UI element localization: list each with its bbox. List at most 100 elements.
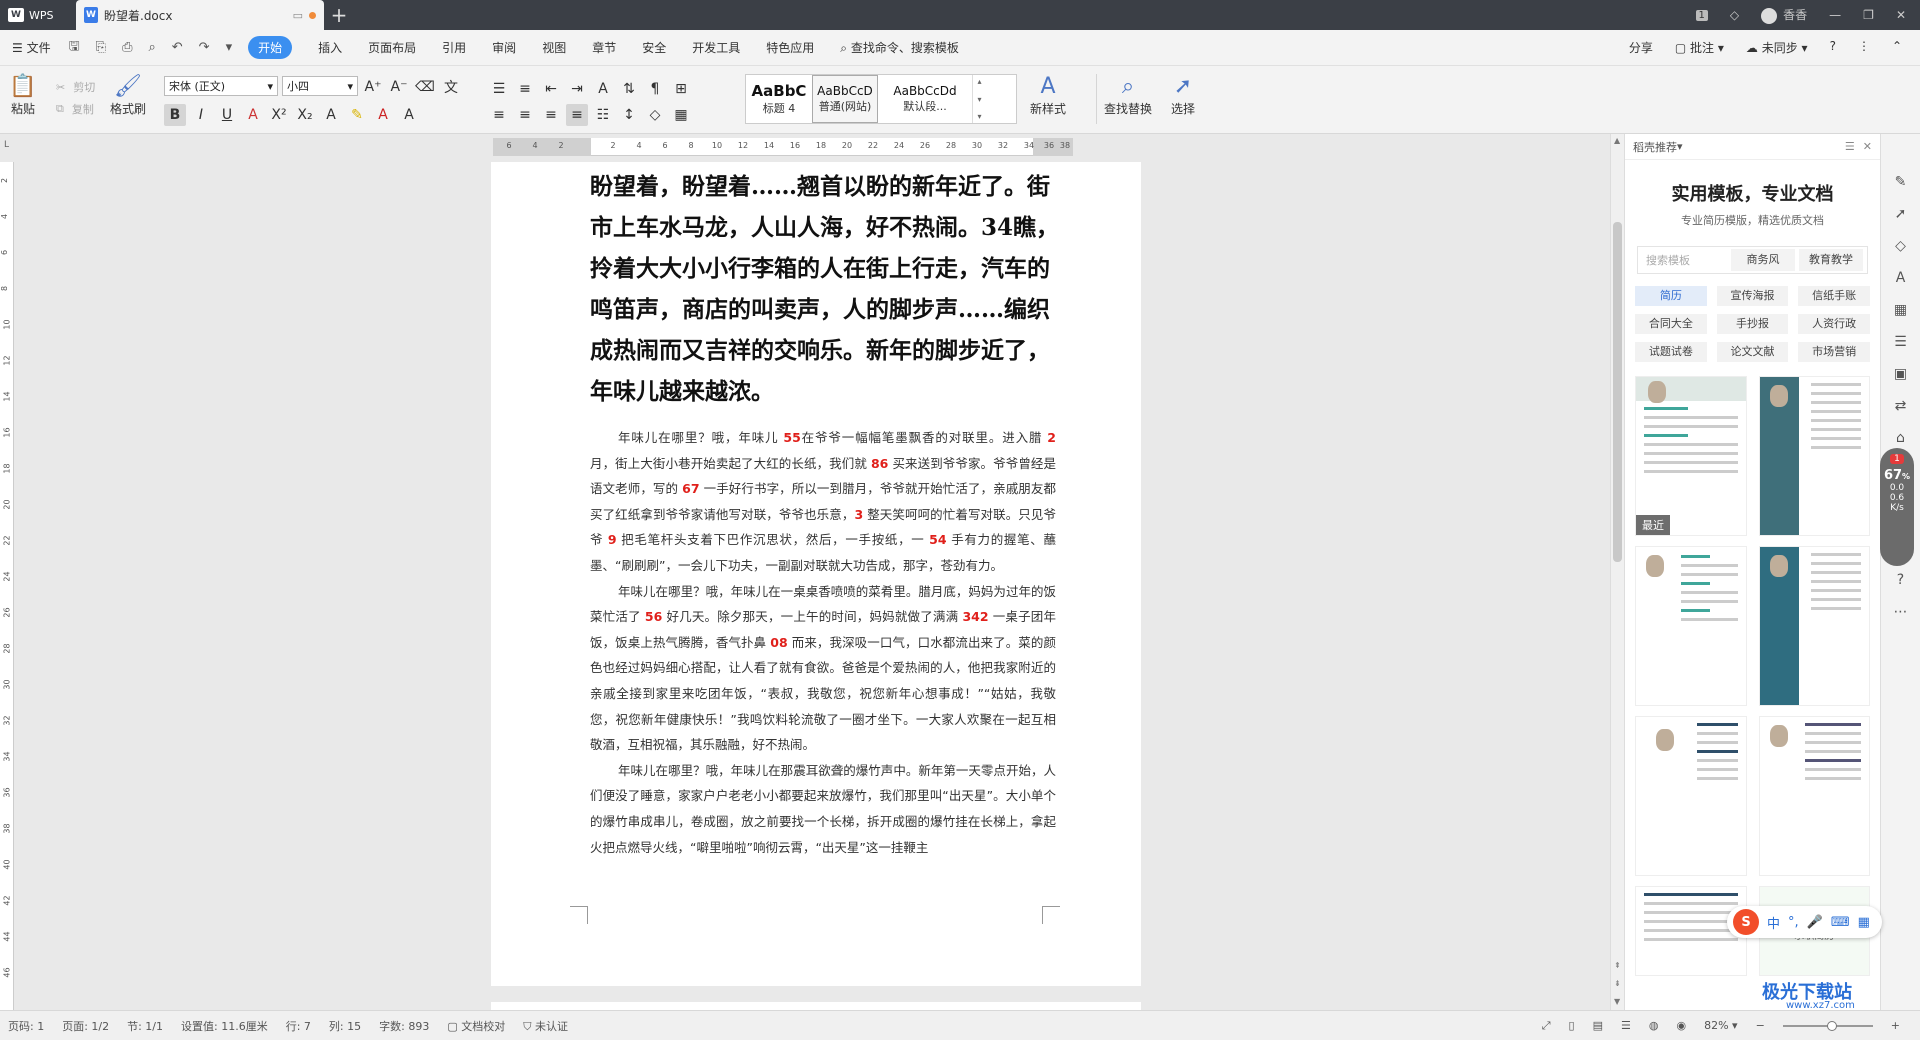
align-left-icon[interactable]: ≡: [488, 104, 510, 126]
proofread-button[interactable]: ▢ 文档校对: [447, 1018, 505, 1034]
eye-protection-icon[interactable]: ◉: [1676, 1019, 1686, 1032]
previous-page-icon[interactable]: ⇞: [1614, 961, 1621, 970]
pen-icon[interactable]: ✎: [1895, 174, 1907, 190]
grow-font-icon[interactable]: A⁺: [362, 76, 384, 98]
numbered-list-icon[interactable]: ≡: [514, 78, 536, 100]
scroll-down-icon[interactable]: ▾: [977, 95, 981, 104]
next-page-icon[interactable]: ⇟: [1614, 979, 1621, 988]
network-speed-widget[interactable]: 1 67% 0.0 0.6 K/s: [1880, 448, 1914, 566]
category-contracts[interactable]: 合同大全: [1635, 314, 1707, 334]
tab-home[interactable]: 开始: [248, 36, 293, 59]
tag-icon[interactable]: ⌂: [1896, 430, 1905, 446]
template-card[interactable]: [1758, 376, 1870, 536]
text-effect-icon[interactable]: A: [320, 104, 342, 126]
category-stationery[interactable]: 信纸手账: [1798, 286, 1870, 306]
close-icon[interactable]: ✕: [1896, 8, 1906, 22]
chevron-down-icon[interactable]: ▾: [1677, 140, 1683, 153]
column-number[interactable]: 列: 15: [329, 1018, 361, 1034]
pointer-icon[interactable]: ➚: [1895, 206, 1907, 222]
setting-value[interactable]: 设置值: 11.6厘米: [181, 1018, 268, 1034]
save-icon[interactable]: 🖫: [69, 37, 80, 59]
vertical-ruler[interactable]: 2 4 6 8 10 12 14 16 18 20 22 24 26 28 30…: [0, 162, 14, 1010]
certification-status[interactable]: ⛉ 未认证: [523, 1018, 568, 1034]
settings-sliders-icon[interactable]: ☰: [1894, 334, 1907, 350]
print-icon[interactable]: ⎙: [122, 40, 132, 55]
horizontal-ruler[interactable]: 6 4 2 2 4 6 8 10 12 14 16 18 20 22 24 26…: [493, 138, 1073, 156]
undo-icon[interactable]: ↶: [172, 40, 183, 55]
page-view-icon[interactable]: ▤: [1593, 1019, 1603, 1032]
show-marks-icon[interactable]: ¶: [644, 78, 666, 100]
panel-close-icon[interactable]: ✕: [1863, 140, 1872, 153]
export-pdf-icon[interactable]: ⎘: [96, 40, 106, 55]
tab-security[interactable]: 安全: [642, 39, 666, 56]
category-handwritten-paper[interactable]: 手抄报: [1716, 314, 1789, 334]
chinese-layout-icon[interactable]: A: [592, 78, 614, 100]
bullet-list-icon[interactable]: ☰: [488, 78, 510, 100]
skin-icon[interactable]: ◇: [1730, 8, 1739, 22]
command-search[interactable]: ⌕ 查找命令、搜索模板: [840, 39, 959, 56]
shapes-icon[interactable]: ◇: [1895, 238, 1906, 254]
translate-icon[interactable]: ⇄: [1895, 398, 1907, 414]
align-right-icon[interactable]: ≡: [540, 104, 562, 126]
tab-section[interactable]: 章节: [592, 39, 616, 56]
fullscreen-icon[interactable]: ⤢: [1542, 1019, 1551, 1033]
redo-icon[interactable]: ↷: [199, 40, 210, 55]
window-count-icon[interactable]: 1: [1695, 9, 1708, 21]
style-default-paragraph[interactable]: AaBbCcDd 默认段...: [878, 75, 972, 123]
char-shading-icon[interactable]: A: [398, 104, 420, 126]
window-mode-icon[interactable]: ▭: [293, 9, 303, 22]
more-icon[interactable]: ⋮: [1858, 39, 1870, 56]
microphone-icon[interactable]: 🎤: [1807, 915, 1823, 930]
template-card[interactable]: [1635, 716, 1747, 876]
panel-menu-icon[interactable]: ☰: [1845, 140, 1855, 153]
category-thesis[interactable]: 论文文献: [1716, 342, 1789, 362]
line-number[interactable]: 行: 7: [286, 1018, 311, 1034]
customize-quick-access-icon[interactable]: ▾: [226, 40, 233, 55]
tab-page-layout[interactable]: 页面布局: [368, 39, 416, 56]
style-heading-4[interactable]: AaBbC 标题 4: [746, 75, 812, 123]
font-color-icon[interactable]: A: [372, 104, 394, 126]
strikethrough-icon[interactable]: A: [242, 104, 264, 126]
template-card[interactable]: [1758, 546, 1870, 706]
share-button[interactable]: 分享: [1629, 39, 1653, 56]
expand-gallery-icon[interactable]: ▾: [977, 112, 981, 121]
cut-button[interactable]: ✂ 剪切: [56, 76, 95, 98]
table-insert-icon[interactable]: ⊞: [670, 78, 692, 100]
print-preview-icon[interactable]: ⌕: [148, 40, 155, 55]
borders-icon[interactable]: ▦: [670, 104, 692, 126]
toolbox-icon[interactable]: ▦: [1858, 915, 1870, 930]
format-painter-button[interactable]: 🖌 格式刷: [110, 72, 146, 117]
increase-indent-icon[interactable]: ⇥: [566, 78, 588, 100]
sync-button[interactable]: ☁ 未同步 ▾: [1746, 39, 1808, 56]
justify-icon[interactable]: ≡: [566, 104, 588, 126]
font-name-select[interactable]: 宋体 (正文) ▾: [164, 76, 278, 96]
vertical-scrollbar[interactable]: ▲ ⇞ ⇟ ▼: [1610, 134, 1624, 1010]
input-method-bar[interactable]: S 中 °, 🎤 ⌨ ▦: [1727, 906, 1882, 938]
highlight-icon[interactable]: ✎: [346, 104, 368, 126]
comment-button[interactable]: ▢ 批注 ▾: [1675, 39, 1724, 56]
zoom-select[interactable]: 82% ▾: [1704, 1019, 1737, 1032]
keyboard-icon[interactable]: ⌨: [1831, 915, 1850, 930]
zoom-in-icon[interactable]: +: [1891, 1019, 1900, 1032]
category-marketing[interactable]: 市场营销: [1798, 342, 1870, 362]
restore-icon[interactable]: ❐: [1863, 8, 1874, 22]
zoom-slider[interactable]: [1782, 1020, 1873, 1031]
tab-insert[interactable]: 插入: [318, 39, 342, 56]
style-icon[interactable]: A: [1896, 270, 1906, 286]
punctuation-icon[interactable]: °,: [1788, 915, 1799, 930]
document-tab[interactable]: W 盼望着.docx ▭: [76, 0, 324, 30]
document-heading[interactable]: 盼望着，盼望着……翘首以盼的新年近了。街市上车水马龙，人山人海，好不热闹。34瞧…: [590, 166, 1060, 412]
outline-view-icon[interactable]: ☰: [1621, 1019, 1631, 1032]
underline-icon[interactable]: U: [216, 104, 238, 126]
scroll-down-icon[interactable]: ▼: [1614, 997, 1620, 1006]
body-paragraph[interactable]: 年味儿在哪里？哦，年味儿在那震耳欲聋的爆竹声中。新年第一天零点开始，人们便没了睡…: [590, 758, 1056, 860]
category-hr-admin[interactable]: 人资行政: [1798, 314, 1870, 334]
wps-home-tab[interactable]: W WPS: [0, 0, 76, 30]
page-count[interactable]: 页面: 1/2: [62, 1018, 109, 1034]
more-icon[interactable]: ⋯: [1894, 604, 1908, 620]
category-resume[interactable]: 简历: [1635, 286, 1707, 306]
ime-language[interactable]: 中: [1767, 913, 1780, 932]
sort-icon[interactable]: ⇅: [618, 78, 640, 100]
document-body[interactable]: 年味儿在哪里？哦，年味儿 55在爷爷一幅幅笔墨飘香的对联里。进入腊 2 月，街上…: [590, 425, 1056, 860]
scroll-up-icon[interactable]: ▴: [977, 77, 981, 86]
